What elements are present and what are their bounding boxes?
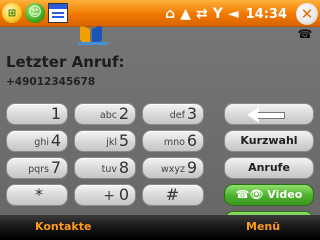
key-8[interactable]: tuv 8	[74, 157, 136, 179]
start-icon[interactable]: ⊞	[2, 3, 22, 23]
key-6[interactable]: mno 6	[142, 130, 204, 152]
video-call-icon: ☎👁	[235, 188, 264, 201]
volume-icon[interactable]: ◄	[228, 4, 239, 24]
key-hash[interactable]: #	[142, 184, 204, 206]
handset-icon[interactable]: ☎	[296, 27, 314, 41]
key-0[interactable]: + 0	[74, 184, 136, 206]
key-9[interactable]: wxyz 9	[142, 157, 204, 179]
softkey-bar: Kontakte Menü	[0, 215, 320, 240]
key-7[interactable]: pqrs 7	[6, 157, 68, 179]
key-5[interactable]: jkl 5	[74, 130, 136, 152]
backspace-button[interactable]	[224, 103, 314, 125]
notification-icon[interactable]: ▲	[180, 4, 191, 24]
softkey-menu[interactable]: Menü	[246, 220, 280, 233]
key-star[interactable]: *	[6, 184, 68, 206]
calendar-icon[interactable]	[48, 3, 68, 23]
smiley-icon[interactable]: ☺	[25, 3, 45, 23]
key-1[interactable]: 1	[6, 103, 68, 125]
speed-dial-button[interactable]: Kurzwahl	[224, 130, 314, 152]
calls-button[interactable]: Anrufe	[224, 157, 314, 179]
dialer-content: ☎ Letzter Anruf: +49012345678 1 abc 2 de…	[0, 25, 320, 231]
sync-icon[interactable]: ⇄	[196, 4, 208, 24]
key-4[interactable]: ghi 4	[6, 130, 68, 152]
antenna-icon[interactable]: Y	[213, 4, 223, 24]
last-call-title: Letzter Anruf:	[6, 53, 125, 71]
softkey-contacts[interactable]: Kontakte	[35, 220, 91, 233]
key-3[interactable]: def 3	[142, 103, 204, 125]
close-button[interactable]: ✕	[296, 3, 318, 25]
video-call-button[interactable]: ☎👁 Video	[224, 184, 314, 206]
last-call-number: +49012345678	[6, 76, 96, 88]
home-icon[interactable]: ⌂	[165, 4, 175, 24]
status-bar: ⊞ ☺ ⌂ ▲ ⇄ Y ◄ 14:34 ✕	[0, 0, 320, 27]
clock[interactable]: 14:34	[246, 7, 287, 22]
app-logo-icon	[78, 25, 108, 46]
video-call-label: Video	[267, 188, 303, 201]
phone-screen: ⊞ ☺ ⌂ ▲ ⇄ Y ◄ 14:34 ✕ ☎ Letzter Anruf: +…	[0, 0, 320, 240]
key-2[interactable]: abc 2	[74, 103, 136, 125]
